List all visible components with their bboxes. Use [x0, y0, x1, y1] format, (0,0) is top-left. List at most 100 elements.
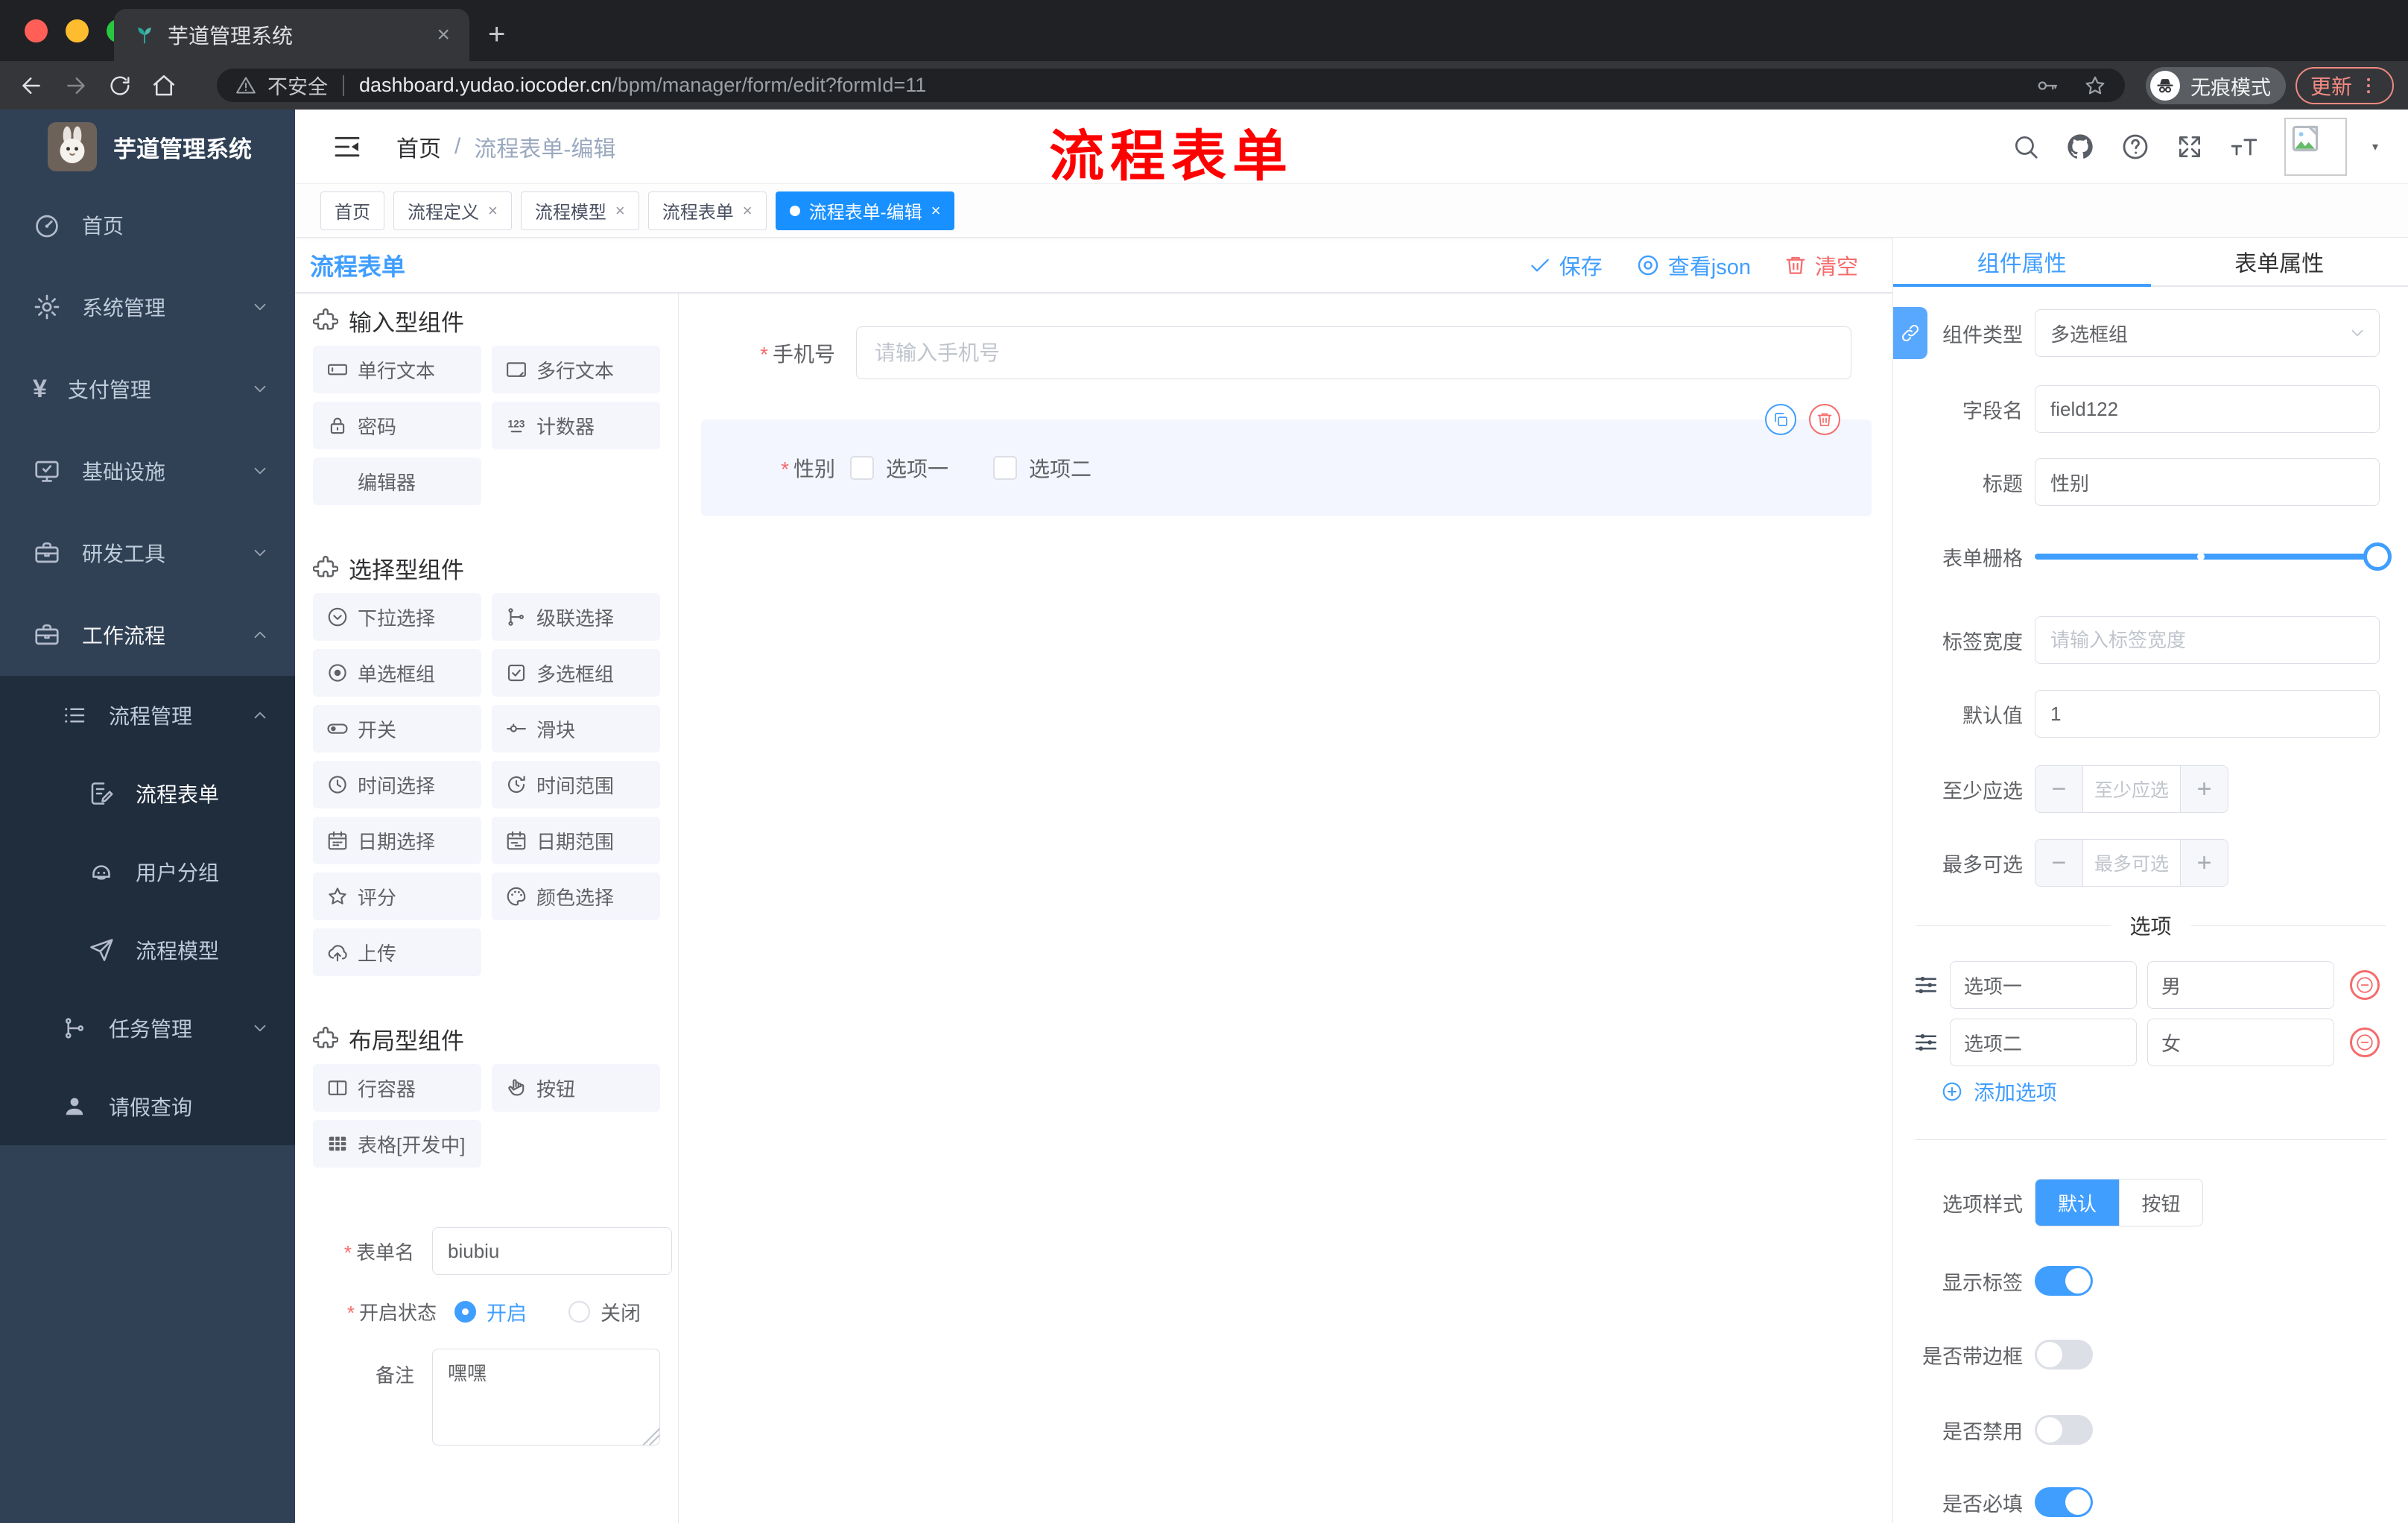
default-value-input[interactable]	[2035, 690, 2380, 738]
component-date-picker[interactable]: 日期选择	[313, 817, 481, 864]
remove-option-button[interactable]	[2350, 970, 2380, 1000]
form-name-input[interactable]	[432, 1227, 672, 1275]
sidebar-item-process-mgmt[interactable]: 流程管理	[0, 676, 295, 754]
copy-component-button[interactable]	[1765, 404, 1796, 435]
stepper-increase-button[interactable]: +	[2180, 840, 2228, 886]
stepper-placeholder[interactable]: 至少应选	[2083, 766, 2180, 812]
component-checkbox-group[interactable]: 多选框组	[492, 649, 660, 697]
option-1-label-input[interactable]	[1950, 961, 2137, 1009]
view-json-button[interactable]: 查看json	[1635, 250, 1751, 281]
fullscreen-icon[interactable]	[2176, 133, 2204, 161]
option-2-value-input[interactable]	[2147, 1019, 2334, 1066]
avatar[interactable]	[2284, 118, 2347, 176]
disabled-toggle[interactable]	[2035, 1415, 2093, 1445]
component-color-picker[interactable]: 颜色选择	[492, 873, 660, 920]
url-text[interactable]: dashboard.yudao.iocoder.cn/bpm/manager/f…	[359, 74, 2012, 97]
component-cascader[interactable]: 级联选择	[492, 593, 660, 641]
selected-component-gender[interactable]: * 性别 选项一 选项二	[701, 404, 1872, 516]
tab-form-props[interactable]: 表单属性	[2151, 238, 2408, 285]
update-button[interactable]: 更新	[2295, 67, 2394, 104]
component-editor[interactable]: 编辑器	[313, 457, 481, 505]
tag-close-icon[interactable]: ×	[615, 201, 625, 221]
component-type-select[interactable]: 多选框组	[2035, 309, 2380, 357]
sidebar-collapse-icon[interactable]	[332, 132, 362, 162]
remove-option-button[interactable]	[2350, 1028, 2380, 1057]
password-key-icon[interactable]	[2035, 74, 2059, 98]
component-time-range[interactable]: 时间范围	[492, 761, 660, 808]
sidebar-item-devtools[interactable]: 研发工具	[0, 512, 295, 594]
style-button-button[interactable]: 按钮	[2119, 1180, 2202, 1226]
max-select-stepper[interactable]: − 最多可选 +	[2035, 839, 2228, 887]
tag-process-model[interactable]: 流程模型 ×	[520, 191, 639, 230]
component-time-picker[interactable]: 时间选择	[313, 761, 481, 808]
component-select[interactable]: 下拉选择	[313, 593, 481, 641]
sidebar-item-system[interactable]: 系统管理	[0, 266, 295, 348]
component-switch[interactable]: 开关	[313, 705, 481, 753]
field-name-input[interactable]	[2035, 385, 2380, 433]
tag-close-icon[interactable]: ×	[931, 201, 941, 221]
tab-close-icon[interactable]: ×	[437, 22, 450, 48]
back-icon[interactable]	[18, 72, 45, 99]
component-slider[interactable]: 滑块	[492, 705, 660, 753]
component-row-container[interactable]: 行容器	[313, 1064, 481, 1112]
sidebar-item-process-model[interactable]: 流程模型	[0, 911, 295, 989]
checkbox-option-1[interactable]: 选项一	[850, 453, 948, 483]
clear-button[interactable]: 清空	[1784, 250, 1858, 281]
form-remark-textarea[interactable]: 嘿嘿	[432, 1349, 660, 1446]
component-rate[interactable]: 评分	[313, 873, 481, 920]
forward-icon[interactable]	[63, 72, 89, 99]
browser-tab[interactable]: 芋道管理系统 ×	[114, 9, 469, 61]
required-toggle[interactable]	[2035, 1487, 2093, 1517]
home-icon[interactable]	[150, 72, 177, 99]
tab-component-props[interactable]: 组件属性	[1893, 238, 2151, 287]
address-bar[interactable]: 不安全 dashboard.yudao.iocoder.cn/bpm/manag…	[217, 69, 2125, 102]
component-button[interactable]: 按钮	[492, 1064, 660, 1112]
help-icon[interactable]	[2120, 132, 2150, 162]
reload-icon[interactable]	[107, 73, 133, 98]
sidebar-item-user-group[interactable]: 用户分组	[0, 832, 295, 911]
component-radio-group[interactable]: 单选框组	[313, 649, 481, 697]
checkbox-option-2[interactable]: 选项二	[993, 453, 1091, 483]
new-tab-button[interactable]: +	[488, 19, 505, 49]
component-multiline-text[interactable]: 多行文本	[492, 346, 660, 393]
bookmark-star-icon[interactable]	[2083, 74, 2107, 98]
tag-process-definition[interactable]: 流程定义 ×	[393, 191, 512, 230]
github-icon[interactable]	[2065, 132, 2095, 162]
browser-menu-dots-icon[interactable]	[2358, 75, 2379, 96]
sidebar-item-infra[interactable]: 基础设施	[0, 430, 295, 512]
sidebar-item-workflow[interactable]: 工作流程	[0, 594, 295, 676]
option-2-label-input[interactable]	[1950, 1019, 2137, 1066]
sidebar-item-leave-query[interactable]: 请假查询	[0, 1067, 295, 1145]
search-icon[interactable]	[2012, 133, 2040, 161]
phone-input[interactable]	[856, 326, 1851, 379]
drag-handle-icon[interactable]	[1913, 972, 1939, 998]
tag-process-form[interactable]: 流程表单 ×	[647, 191, 767, 230]
tag-process-form-edit[interactable]: 流程表单-编辑 ×	[775, 191, 955, 230]
breadcrumb-home[interactable]: 首页	[396, 130, 441, 163]
sidebar-item-home[interactable]: 首页	[0, 184, 295, 266]
status-on-radio[interactable]: 开启	[454, 1297, 527, 1326]
border-toggle[interactable]	[2035, 1340, 2093, 1370]
font-size-icon[interactable]	[2229, 132, 2259, 162]
stepper-decrease-button[interactable]: −	[2035, 840, 2083, 886]
grid-slider[interactable]	[2035, 533, 2392, 580]
slider-handle[interactable]	[2363, 542, 2392, 571]
show-label-toggle[interactable]	[2035, 1266, 2093, 1296]
title-input[interactable]	[2035, 458, 2380, 506]
drag-handle-icon[interactable]	[1913, 1029, 1939, 1056]
option-1-value-input[interactable]	[2147, 961, 2334, 1009]
add-option-button[interactable]: 添加选项	[1941, 1077, 2057, 1106]
style-default-button[interactable]: 默认	[2035, 1180, 2119, 1226]
stepper-decrease-button[interactable]: −	[2035, 766, 2083, 812]
component-counter[interactable]: 计数器	[492, 402, 660, 449]
label-width-input[interactable]	[2035, 616, 2380, 664]
delete-component-button[interactable]	[1809, 404, 1840, 435]
min-select-stepper[interactable]: − 至少应选 +	[2035, 765, 2228, 813]
tag-home[interactable]: 首页	[320, 191, 384, 230]
component-password[interactable]: 密码	[313, 402, 481, 449]
save-button[interactable]: 保存	[1528, 250, 1603, 281]
close-window-button[interactable]	[25, 19, 48, 42]
sidebar-item-task-mgmt[interactable]: 任务管理	[0, 989, 295, 1067]
minimize-window-button[interactable]	[66, 19, 89, 42]
component-date-range[interactable]: 日期范围	[492, 817, 660, 864]
